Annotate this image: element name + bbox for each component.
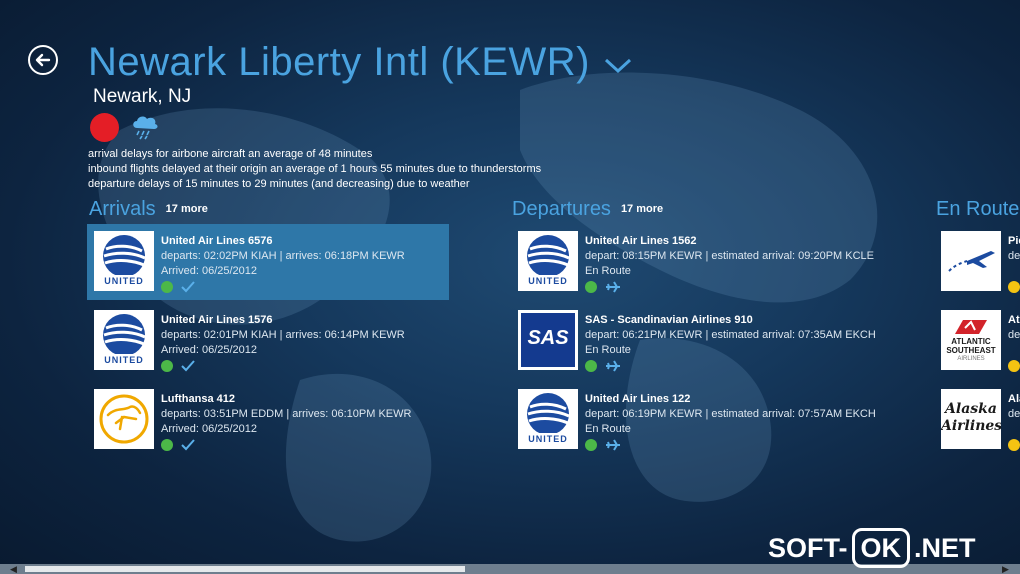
alaska-wordmark: Alaska Airlines	[941, 401, 1001, 435]
departures-title: Departures	[512, 198, 611, 220]
arrival-card[interactable]: UNITED United Air Lines 1576 departs: 02…	[87, 303, 449, 379]
departures-header[interactable]: Departures 17 more	[512, 198, 663, 221]
flight-name: United Air Lines 1576	[161, 314, 273, 326]
united-wordmark: UNITED	[104, 276, 144, 286]
watermark: SOFT- OK .NET	[768, 528, 976, 568]
status-green-dot	[161, 281, 173, 293]
sas-logo: SAS	[518, 310, 578, 370]
arrivals-header[interactable]: Arrivals 17 more	[89, 198, 208, 221]
scrollbar-thumb[interactable]	[25, 566, 465, 572]
flight-status: En Route	[585, 423, 631, 435]
atlantic-southeast-logo: ATLANTIC SOUTHEAST AIRLINES	[941, 310, 1001, 370]
arrivals-title: Arrivals	[89, 198, 156, 220]
status-green-dot	[161, 439, 173, 451]
airplane-logo-icon	[948, 251, 995, 272]
flight-route: de	[1008, 329, 1020, 341]
alaska-logo: Alaska Airlines	[941, 389, 1001, 449]
departure-card[interactable]: SAS SAS - Scandinavian Airlines 910 depa…	[511, 303, 876, 379]
chevron-down-icon[interactable]	[604, 57, 632, 75]
arrival-card[interactable]: Lufthansa 412 departs: 03:51PM EDDM | ar…	[87, 382, 449, 458]
flight-name: SAS - Scandinavian Airlines 910	[585, 314, 753, 326]
checkmark-icon	[181, 360, 195, 372]
flight-name: United Air Lines 6576	[161, 235, 273, 247]
back-button[interactable]	[28, 45, 58, 75]
status-green-dot	[585, 439, 597, 451]
status-green-dot	[585, 360, 597, 372]
status-green-dot	[161, 360, 173, 372]
note-line: inbound flights delayed at their origin …	[88, 163, 542, 175]
flight-status: En Route	[585, 265, 631, 277]
sas-wordmark: SAS	[527, 327, 569, 349]
status-yellow-dot	[1008, 281, 1020, 293]
lufthansa-logo	[94, 389, 154, 449]
flight-route: departs: 02:02PM KIAH | arrives: 06:18PM…	[161, 250, 405, 262]
note-line: departure delays of 15 minutes to 29 min…	[88, 178, 470, 190]
en-route-card[interactable]: Alaska Airlines Ala de	[934, 382, 1020, 458]
flight-status: Arrived: 06/25/2012	[161, 265, 258, 277]
flight-name: Ala	[1008, 393, 1020, 405]
status-yellow-dot	[1008, 360, 1020, 372]
arrival-card[interactable]: UNITED United Air Lines 6576 departs: 02…	[87, 224, 449, 300]
location-subtitle: Newark, NJ	[93, 86, 192, 107]
united-logo: UNITED	[94, 310, 154, 370]
en-route-card[interactable]: Pie de	[934, 224, 1020, 300]
scroll-left-arrow-icon[interactable]: ◀	[10, 564, 17, 574]
united-wordmark: UNITED	[104, 355, 144, 365]
flight-name: United Air Lines 1562	[585, 235, 697, 247]
flight-status: Arrived: 06/25/2012	[161, 344, 258, 356]
asa-wordmark-line: ATLANTIC	[951, 337, 991, 346]
flight-route: departs: 02:01PM KIAH | arrives: 06:14PM…	[161, 329, 405, 341]
status-green-dot	[585, 281, 597, 293]
watermark-part-boxed: OK	[851, 528, 910, 568]
flight-name: United Air Lines 122	[585, 393, 691, 405]
delay-notes: arrival delays for airbone aircraft an a…	[88, 147, 541, 192]
united-wordmark: UNITED	[528, 434, 568, 444]
asa-wordmark-line: AIRLINES	[957, 356, 985, 362]
airplane-icon	[606, 439, 620, 451]
asa-wordmark: ATLANTIC SOUTHEAST AIRLINES	[941, 337, 1001, 364]
arrow-left-icon	[35, 53, 51, 67]
arrivals-more-link[interactable]: 17 more	[166, 203, 208, 215]
checkmark-icon	[181, 439, 195, 451]
cloud-thunderstorm-icon	[133, 116, 158, 140]
watermark-part: SOFT-	[768, 532, 848, 563]
piedmont-logo	[941, 231, 1001, 291]
note-line: arrival delays for airbone aircraft an a…	[88, 148, 373, 160]
flight-route: departs: 03:51PM EDDM | arrives: 06:10PM…	[161, 408, 412, 420]
alaska-wordmark-line: Airlines	[941, 418, 1001, 434]
united-logo: UNITED	[518, 389, 578, 449]
checkmark-icon	[181, 281, 195, 293]
flight-name: Atl	[1008, 314, 1020, 326]
airplane-icon	[606, 281, 620, 293]
airplane-icon	[606, 360, 620, 372]
flight-route: de	[1008, 408, 1020, 420]
departure-card[interactable]: UNITED United Air Lines 1562 depart: 08:…	[511, 224, 874, 300]
status-yellow-dot	[1008, 439, 1020, 451]
flight-status: Arrived: 06/25/2012	[161, 423, 258, 435]
title-row: Newark Liberty Intl (KEWR)	[88, 40, 632, 85]
en-route-title: En Route	[936, 198, 1020, 220]
departures-more-link[interactable]: 17 more	[621, 203, 663, 215]
en-route-list: Pie de ATLANTIC SOUTHEAST AIRLINES Atl d…	[934, 224, 1020, 464]
scroll-right-arrow-icon[interactable]: ▶	[1002, 564, 1009, 574]
united-logo: UNITED	[94, 231, 154, 291]
en-route-card[interactable]: ATLANTIC SOUTHEAST AIRLINES Atl de	[934, 303, 1020, 379]
united-logo: UNITED	[518, 231, 578, 291]
lufthansa-crane-icon	[99, 394, 149, 444]
flight-route: depart: 06:21PM KEWR | estimated arrival…	[585, 329, 876, 341]
en-route-header[interactable]: En Route	[936, 198, 1019, 221]
flight-name: Pie	[1008, 235, 1020, 247]
flight-route: depart: 06:19PM KEWR | estimated arrival…	[585, 408, 876, 420]
delay-status-indicator	[90, 113, 119, 142]
flight-route: depart: 08:15PM KEWR | estimated arrival…	[585, 250, 874, 262]
asa-wordmark-line: SOUTHEAST	[946, 346, 996, 355]
flight-route: de	[1008, 250, 1020, 262]
flight-status: En Route	[585, 344, 631, 356]
page-title: Newark Liberty Intl (KEWR)	[88, 40, 590, 84]
alaska-wordmark-line: Alaska	[945, 401, 997, 417]
flight-name: Lufthansa 412	[161, 393, 235, 405]
united-wordmark: UNITED	[528, 276, 568, 286]
departure-card[interactable]: UNITED United Air Lines 122 depart: 06:1…	[511, 382, 876, 458]
watermark-part: .NET	[914, 532, 976, 563]
